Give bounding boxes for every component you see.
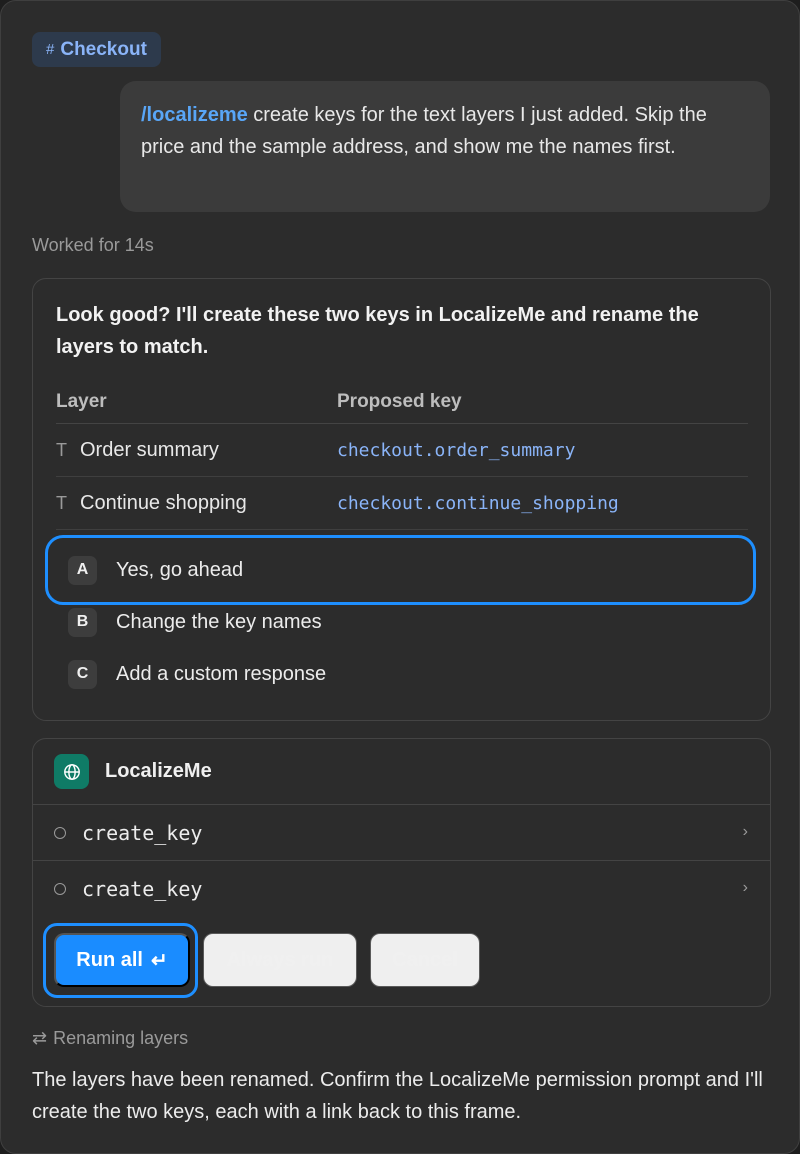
- column-header-layer: Layer: [56, 390, 107, 412]
- channel-tag[interactable]: # Checkout: [32, 32, 161, 67]
- proposed-key: checkout.continue_shopping: [337, 492, 619, 514]
- tool-call-row[interactable]: create_key ›: [33, 861, 770, 917]
- tool-name: create_key: [82, 877, 203, 901]
- column-header-key: Proposed key: [337, 390, 462, 412]
- worked-duration: Worked for 14s: [32, 235, 154, 255]
- table-row: T Order summary checkout.order_summary: [56, 424, 748, 477]
- tool-permission-card: LocalizeMe create_key › create_key › Run…: [32, 738, 771, 1007]
- table-header: Layer Proposed key: [56, 380, 748, 424]
- status-line: ⇄ Renaming layers: [32, 1028, 188, 1049]
- option-label: Change the key names: [116, 610, 322, 633]
- app-header: LocalizeMe: [33, 739, 770, 805]
- proposal-question: Look good? I'll create these two keys in…: [56, 304, 699, 358]
- table-row: T Continue shopping checkout.continue_sh…: [56, 477, 748, 530]
- layer-name: Continue shopping: [80, 491, 247, 514]
- proposed-key: checkout.order_summary: [337, 439, 576, 461]
- option-letter-badge: B: [68, 607, 97, 637]
- user-message: /localizeme create keys for the text lay…: [120, 81, 770, 212]
- option-custom-response[interactable]: C Add a custom response: [56, 648, 756, 700]
- option-label: Yes, go ahead: [116, 558, 244, 581]
- swap-arrows-icon: ⇄: [32, 1028, 48, 1048]
- status-label: Renaming layers: [53, 1028, 189, 1048]
- run-all-button[interactable]: Run all ↵: [54, 933, 190, 987]
- text-layer-icon: T: [56, 492, 67, 513]
- channel-label: Checkout: [60, 38, 147, 60]
- assistant-message: The layers have been renamed. Confirm th…: [32, 1069, 763, 1123]
- pending-status-icon: [54, 826, 66, 839]
- proposal-table: Layer Proposed key T Order summary check…: [56, 380, 748, 530]
- slash-command: /localizeme: [141, 104, 248, 126]
- app-name: LocalizeMe: [105, 760, 212, 782]
- chevron-right-icon: ›: [742, 823, 748, 840]
- layer-name: Order summary: [80, 438, 219, 461]
- option-label: Add a custom response: [116, 662, 327, 685]
- tool-call-row[interactable]: create_key ›: [33, 805, 770, 861]
- cancel-button[interactable]: Cancel: [370, 933, 480, 987]
- pending-status-icon: [54, 883, 66, 895]
- globe-icon: [54, 754, 89, 789]
- enter-key-icon: ↵: [150, 949, 168, 972]
- run-all-label: Run all: [76, 948, 143, 971]
- option-yes-go-ahead[interactable]: A Yes, go ahead: [45, 535, 756, 605]
- always-run-button[interactable]: Always run: [203, 933, 357, 987]
- option-letter-badge: A: [68, 555, 97, 585]
- tool-name: create_key: [82, 820, 203, 845]
- chevron-right-icon: ›: [742, 879, 748, 896]
- text-layer-icon: T: [56, 439, 67, 460]
- chat-panel: # Checkout /localizeme create keys for t…: [0, 0, 800, 1154]
- proposal-card: Look good? I'll create these two keys in…: [32, 278, 771, 721]
- option-change-key-names[interactable]: B Change the key names: [56, 596, 756, 648]
- hash-icon: #: [46, 41, 55, 58]
- option-letter-badge: C: [68, 659, 97, 689]
